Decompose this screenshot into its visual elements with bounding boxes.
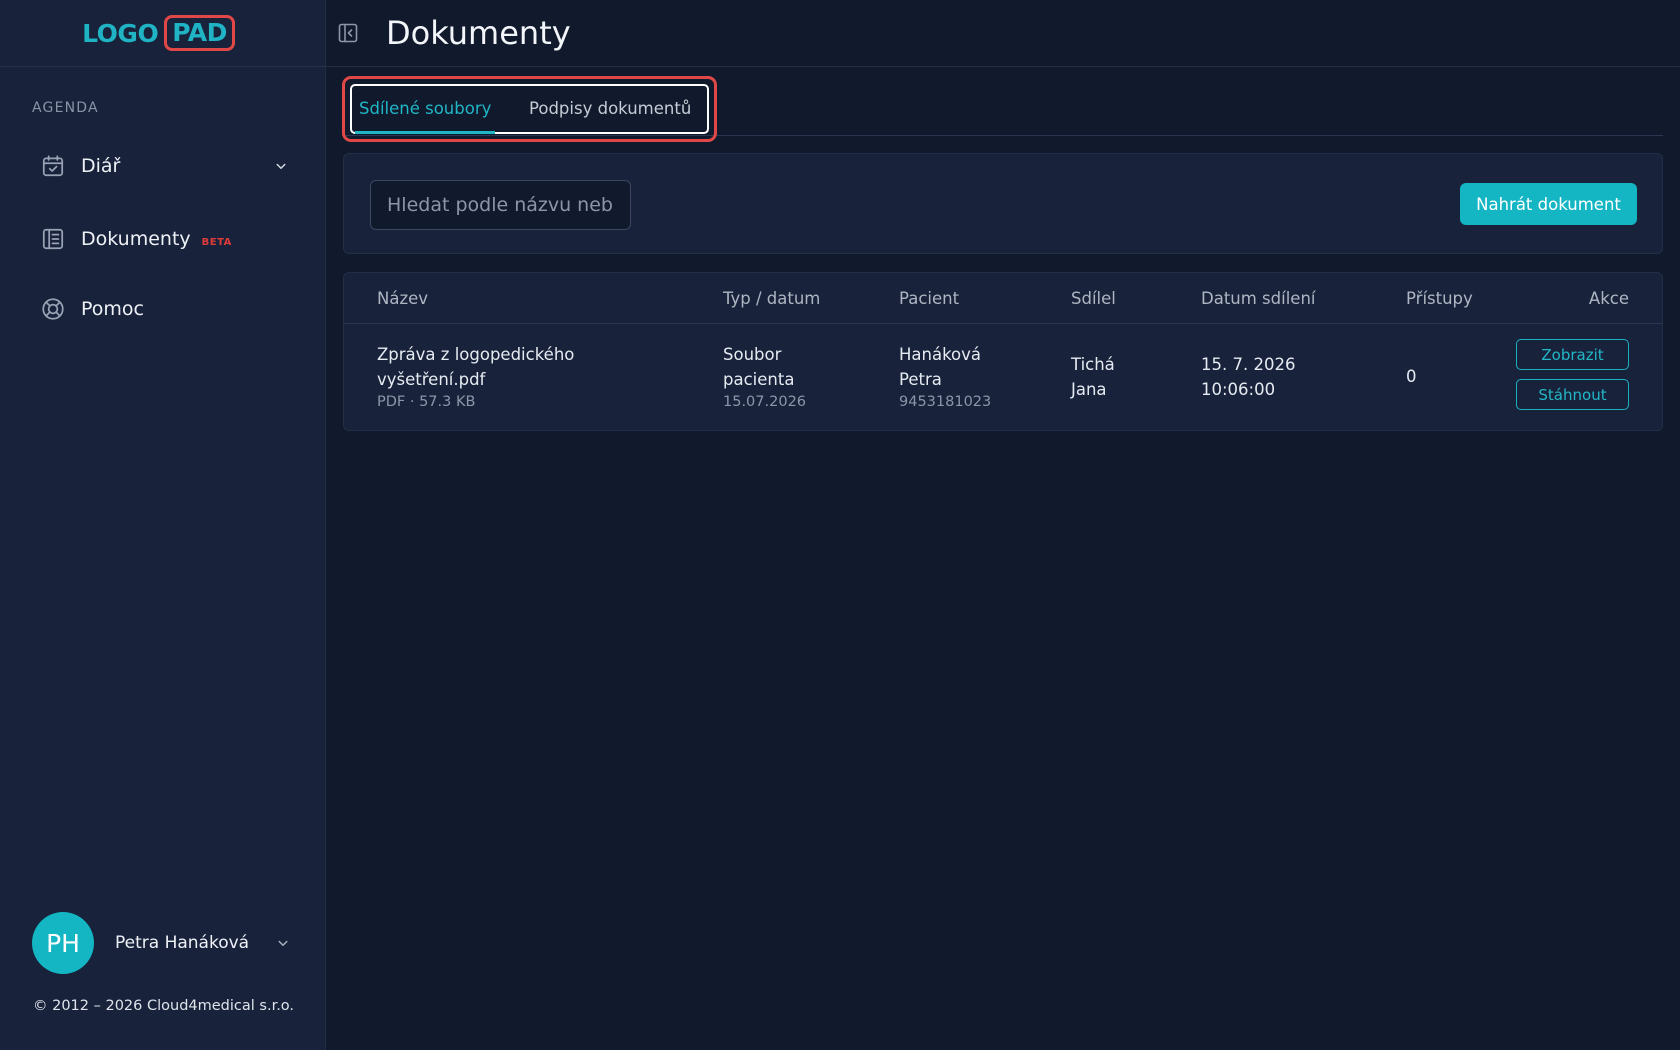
patient-id: 9453181023 xyxy=(899,394,992,410)
sidebar-item-pomoc[interactable]: Pomoc xyxy=(40,296,290,322)
toolbar-card: Nahrát dokument xyxy=(343,153,1663,254)
tab-sdilene-soubory[interactable]: Sdílené soubory xyxy=(354,99,496,134)
sidebar-item-label: Dokumenty xyxy=(81,228,191,250)
file-type-line: Soubor xyxy=(723,345,782,364)
chevron-down-icon[interactable] xyxy=(272,157,290,175)
tab-podpisy-dokumentu[interactable]: Podpisy dokumentů xyxy=(529,99,691,118)
cell-shared-by: Tichá Jana xyxy=(1071,352,1115,402)
sidebar-item-label: Diář xyxy=(81,155,121,177)
cell-access-count: 0 xyxy=(1406,367,1417,386)
user-name: Petra Hanáková xyxy=(115,933,250,953)
column-header-pacient[interactable]: Pacient xyxy=(899,289,959,308)
table-header: Název Typ / datum Pacient Sdílel Datum s… xyxy=(344,273,1662,324)
file-type-line: pacienta xyxy=(723,370,795,389)
file-date: 15.07.2026 xyxy=(723,394,807,410)
file-name-line: Zpráva z logopedického xyxy=(377,345,575,364)
column-header-sdilel[interactable]: Sdílel xyxy=(1071,289,1116,308)
shared-by-firstname: Jana xyxy=(1071,380,1107,399)
documents-table: Název Typ / datum Pacient Sdílel Datum s… xyxy=(343,272,1663,431)
column-header-akce: Akce xyxy=(1588,289,1629,308)
cell-shared-date: 15. 7. 2026 10:06:00 xyxy=(1201,352,1295,402)
patient-surname: Hanáková xyxy=(899,345,982,364)
upload-document-button[interactable]: Nahrát dokument xyxy=(1460,183,1637,225)
column-header-nazev[interactable]: Název xyxy=(377,289,428,308)
logo-bar: LOGO PAD xyxy=(0,0,325,67)
sidebar-item-label: Pomoc xyxy=(81,298,144,320)
page-header: Dokumenty xyxy=(326,0,1680,67)
view-button[interactable]: Zobrazit xyxy=(1516,339,1629,370)
logo-text-logo: LOGO xyxy=(82,18,159,48)
logo-text-pad: PAD xyxy=(164,14,235,52)
avatar: PH xyxy=(32,912,94,974)
table-row[interactable]: Zpráva z logopedického vyšetření.pdf PDF… xyxy=(344,324,1662,430)
calendar-check-icon xyxy=(40,153,66,179)
shared-date: 15. 7. 2026 xyxy=(1201,355,1296,374)
document-list-icon xyxy=(40,226,66,252)
file-meta: PDF · 57.3 KB xyxy=(377,394,476,410)
sidebar-item-diar[interactable]: Diář xyxy=(40,153,290,179)
cell-patient: Hanáková Petra 9453181023 xyxy=(899,342,991,412)
tabs: Sdílené soubory Podpisy dokumentů xyxy=(342,76,1663,142)
chevron-down-icon[interactable] xyxy=(274,934,292,952)
cell-type-date: Soubor pacienta 15.07.2026 xyxy=(723,342,806,412)
user-menu[interactable]: PH Petra Hanáková xyxy=(32,912,292,974)
patient-firstname: Petra xyxy=(899,370,942,389)
download-button[interactable]: Stáhnout xyxy=(1516,379,1629,410)
lifebuoy-icon xyxy=(40,296,66,322)
sidebar: LOGO PAD AGENDA Diář Dokumenty BETA Pomo… xyxy=(0,0,326,1050)
sidebar-item-dokumenty[interactable]: Dokumenty BETA xyxy=(40,226,290,252)
search-input[interactable] xyxy=(370,180,631,230)
column-header-pristupy[interactable]: Přístupy xyxy=(1406,289,1473,308)
column-header-typ-datum[interactable]: Typ / datum xyxy=(723,289,820,308)
cell-file-name: Zpráva z logopedického vyšetření.pdf PDF… xyxy=(377,342,574,412)
file-name-line: vyšetření.pdf xyxy=(377,370,486,389)
column-header-datum-sdileni[interactable]: Datum sdílení xyxy=(1201,289,1316,308)
beta-badge: BETA xyxy=(201,236,232,248)
shared-by-surname: Tichá xyxy=(1071,355,1115,374)
sidebar-section-label: AGENDA xyxy=(32,100,99,116)
logo[interactable]: LOGO PAD xyxy=(82,14,235,52)
shared-time: 10:06:00 xyxy=(1201,380,1276,399)
page-title: Dokumenty xyxy=(386,14,571,52)
sidebar-collapse-icon[interactable] xyxy=(336,21,360,45)
copyright: © 2012 – 2026 Cloud4medical s.r.o. xyxy=(33,998,295,1014)
